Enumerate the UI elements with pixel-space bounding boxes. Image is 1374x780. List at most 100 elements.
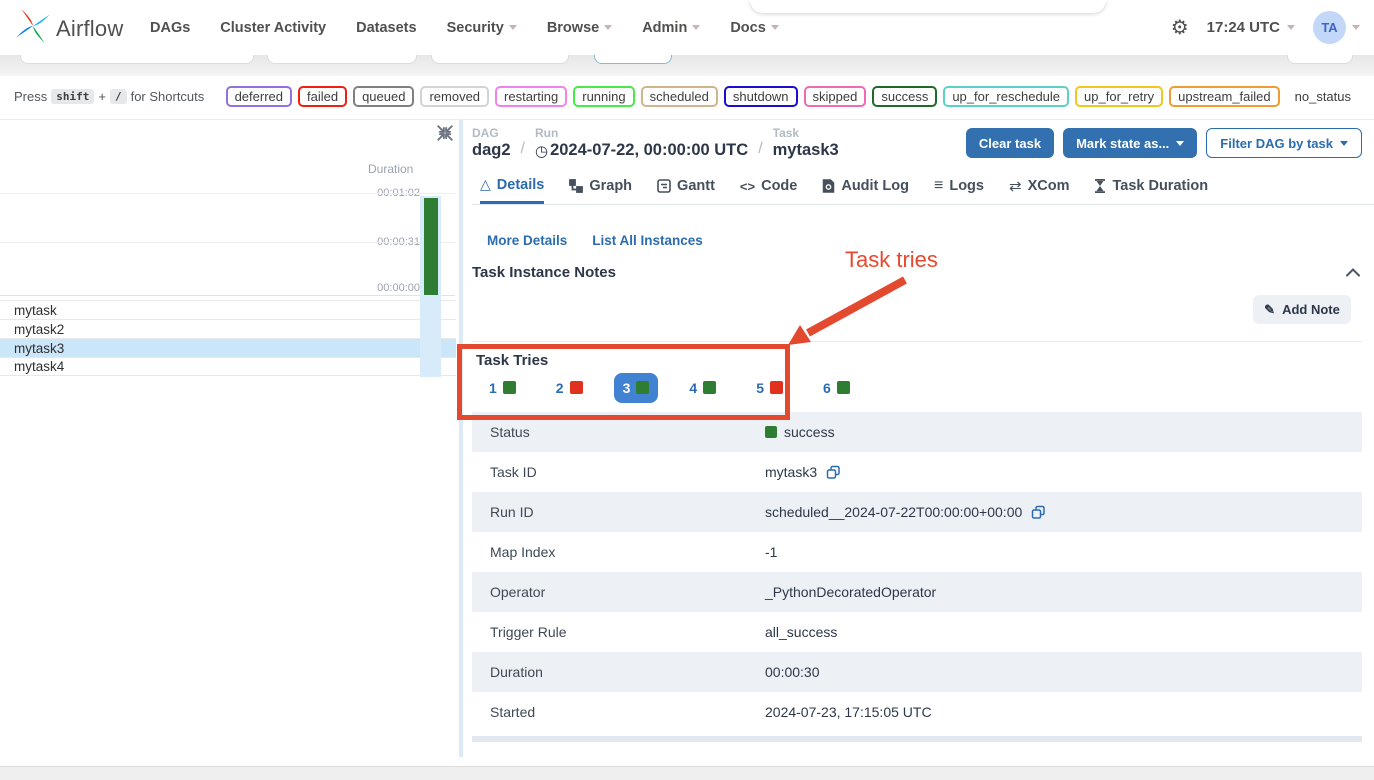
breadcrumb-task[interactable]: mytask3 <box>773 141 839 160</box>
nav-datasets[interactable]: Datasets <box>356 20 416 36</box>
user-menu[interactable]: TA <box>1313 11 1360 44</box>
try-state-square <box>837 381 850 394</box>
tab-bar: △ Details Graph Gantt <> <box>472 174 1374 205</box>
badge-up-for-reschedule[interactable]: up_for_reschedule <box>943 86 1069 107</box>
task-row-mytask2[interactable]: mytask2 <box>0 319 456 338</box>
tab-xcom[interactable]: ⇄ XCom <box>1009 174 1069 204</box>
pencil-icon: ✎ <box>1264 302 1275 318</box>
badge-upstream-failed[interactable]: upstream_failed <box>1169 86 1280 107</box>
next-row-sliver <box>472 736 1362 742</box>
chevron-down-icon <box>771 25 779 30</box>
chevron-down-icon <box>1352 25 1360 30</box>
chevron-up-icon[interactable] <box>1346 264 1360 282</box>
audit-log-icon <box>822 179 835 193</box>
badge-up-for-retry[interactable]: up_for_retry <box>1075 86 1163 107</box>
tab-logs[interactable]: ≡ Logs <box>934 174 984 204</box>
breadcrumb-dag[interactable]: dag2 <box>472 141 511 160</box>
annotation-highlight-box <box>457 344 790 420</box>
gridline <box>0 193 455 194</box>
table-row-started: Started 2024-07-23, 17:15:05 UTC <box>472 692 1362 732</box>
badge-scheduled[interactable]: scheduled <box>641 86 718 107</box>
table-row-duration: Duration 00:00:30 <box>472 652 1362 692</box>
browser-notification-overlay <box>750 0 1106 13</box>
task-row-mytask4[interactable]: mytask4 <box>0 357 456 376</box>
shift-key: shift <box>51 89 94 104</box>
tab-code[interactable]: <> Code <box>740 174 797 204</box>
nav-admin[interactable]: Admin <box>642 20 700 36</box>
tab-graph[interactable]: Graph <box>569 174 632 204</box>
breadcrumb-run[interactable]: ◷ 2024-07-22, 00:00:00 UTC <box>535 141 748 160</box>
gantt-icon <box>657 179 671 193</box>
clock-icon: ◷ <box>535 142 548 160</box>
chevron-down-icon <box>604 25 612 30</box>
filter-dag-by-task-button[interactable]: Filter DAG by task <box>1206 128 1362 158</box>
brand-name: Airflow <box>56 16 123 42</box>
clear-task-button[interactable]: Clear task <box>966 128 1054 158</box>
table-row-trigger-rule: Trigger Rule all_success <box>472 612 1362 652</box>
badge-success[interactable]: success <box>872 86 937 107</box>
footer-bar <box>0 766 1374 780</box>
tab-details[interactable]: △ Details <box>480 174 544 204</box>
badge-no-status: no_status <box>1286 86 1360 107</box>
airflow-logo-icon <box>14 7 52 50</box>
run-duration-bar[interactable] <box>424 198 438 295</box>
duration-axis-title: Duration <box>368 162 413 176</box>
collapse-grid-icon[interactable] <box>436 124 454 142</box>
slash-key: / <box>110 89 127 104</box>
list-all-instances-link[interactable]: List All Instances <box>592 233 703 248</box>
annotation-arrow <box>780 270 920 360</box>
tab-audit-log[interactable]: Audit Log <box>822 174 909 204</box>
code-icon: <> <box>740 179 755 194</box>
task-row-mytask[interactable]: mytask <box>0 300 456 319</box>
airflow-grid-page: Airflow DAGs Cluster Activity Datasets S… <box>0 0 1374 780</box>
gridline <box>0 295 455 296</box>
copy-icon[interactable] <box>826 465 841 480</box>
copy-icon[interactable] <box>1031 505 1046 520</box>
table-row-map-index: Map Index -1 <box>472 532 1362 572</box>
add-note-button[interactable]: ✎ Add Note <box>1253 295 1351 324</box>
breadcrumb: DAG dag2 / Run ◷ 2024-07-22, 00:00:00 UT… <box>472 126 839 160</box>
nav-browse[interactable]: Browse <box>547 20 612 36</box>
task-list: mytask mytask2 mytask3 mytask4 <box>0 300 456 376</box>
shortcuts-hint: Press shift + / for Shortcuts <box>14 89 204 104</box>
badge-deferred[interactable]: deferred <box>226 86 292 107</box>
badge-restarting[interactable]: restarting <box>495 86 567 107</box>
chevron-down-icon <box>509 25 517 30</box>
chevron-down-icon <box>1176 141 1184 146</box>
panel-divider[interactable] <box>459 120 463 757</box>
timezone-selector[interactable]: 17:24 UTC <box>1207 19 1295 36</box>
nav-docs[interactable]: Docs <box>730 20 778 36</box>
nav-cluster-activity[interactable]: Cluster Activity <box>220 20 326 36</box>
axis-tick: 00:00:00 <box>358 282 420 294</box>
table-row-operator: Operator _PythonDecoratedOperator <box>472 572 1362 612</box>
tab-gantt[interactable]: Gantt <box>657 174 715 204</box>
badge-failed[interactable]: failed <box>298 86 347 107</box>
badge-removed[interactable]: removed <box>420 86 489 107</box>
chevron-down-icon <box>1287 25 1295 30</box>
badge-running[interactable]: running <box>573 86 634 107</box>
more-details-link[interactable]: More Details <box>487 233 567 248</box>
badge-skipped[interactable]: skipped <box>804 86 867 107</box>
state-legend: deferred failed queued removed restartin… <box>226 86 1360 107</box>
gear-icon[interactable]: ⚙ <box>1171 15 1189 40</box>
gridline <box>0 242 455 243</box>
mark-state-button[interactable]: Mark state as... <box>1063 128 1197 158</box>
badge-shutdown[interactable]: shutdown <box>724 86 798 107</box>
airflow-brand[interactable]: Airflow <box>14 7 123 50</box>
task-row-mytask3[interactable]: mytask3 <box>0 338 456 357</box>
top-navbar: Airflow DAGs Cluster Activity Datasets S… <box>0 0 1374 55</box>
table-row-task-id: Task ID mytask3 <box>472 452 1362 492</box>
chevron-down-icon <box>692 25 700 30</box>
avatar: TA <box>1313 11 1346 44</box>
success-state-square <box>765 426 777 438</box>
tab-task-duration[interactable]: Task Duration <box>1094 174 1208 204</box>
badge-queued[interactable]: queued <box>353 86 414 107</box>
details-icon: △ <box>480 176 491 193</box>
divider <box>0 119 1374 120</box>
nav-dags[interactable]: DAGs <box>150 20 190 36</box>
logs-icon: ≡ <box>934 177 943 195</box>
xcom-icon: ⇄ <box>1009 177 1022 195</box>
nav-security[interactable]: Security <box>447 20 517 36</box>
task-try-6[interactable]: 6 <box>814 373 859 403</box>
task-instance-notes-title: Task Instance Notes <box>472 264 616 281</box>
